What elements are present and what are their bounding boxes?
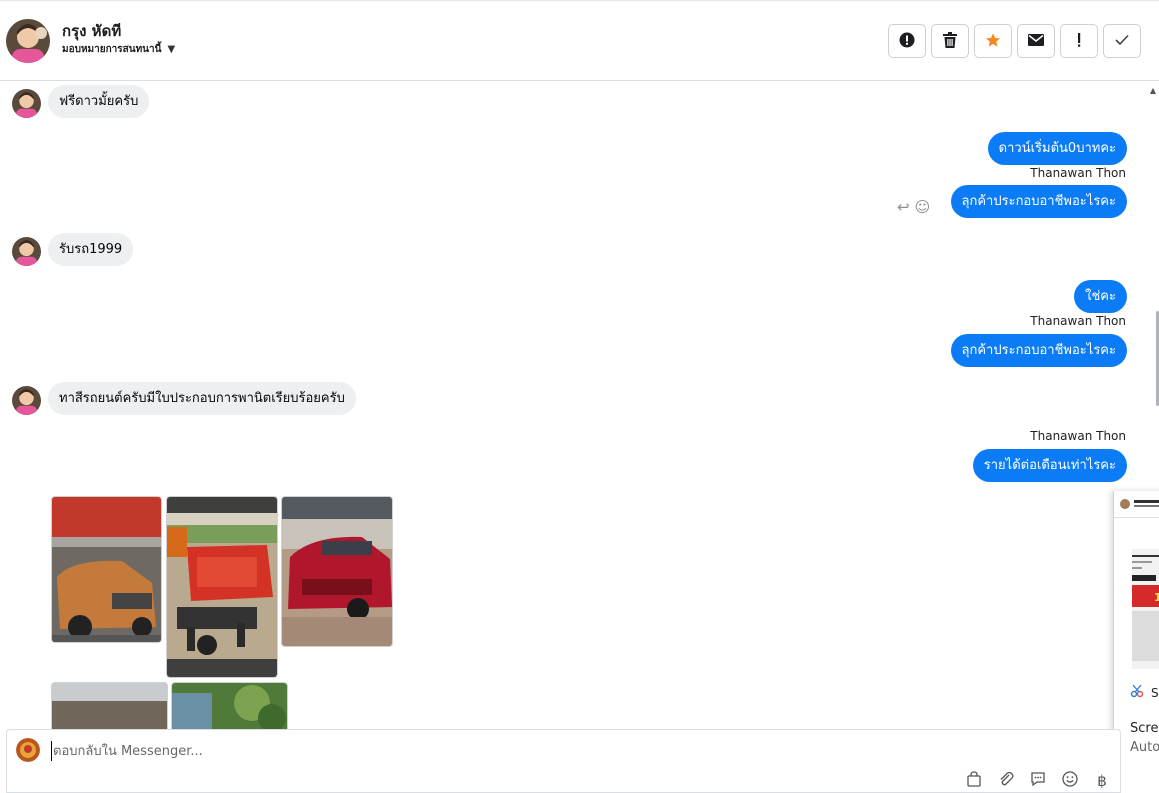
follow-up-button[interactable] <box>1060 24 1098 58</box>
outgoing-message[interactable]: ใช่คะ <box>1074 280 1127 313</box>
assign-conversation-dropdown[interactable]: มอบหมายการสนทนานี้ ▼ <box>62 42 175 57</box>
popup-subtitle: Auto <box>1130 740 1159 755</box>
mark-unread-button[interactable] <box>1017 24 1055 58</box>
star-icon <box>985 32 1001 51</box>
header-toolbar <box>888 24 1141 58</box>
page-avatar <box>16 738 40 762</box>
smiley-icon <box>1062 771 1078 791</box>
message-thread[interactable]: ฟรีดาวมั้ยครับ ดาวน์เริ่มต้น0บาทคะ Thana… <box>0 81 1159 729</box>
screenshot-preview[interactable]: 10 <box>1114 491 1159 671</box>
photo-attachment[interactable] <box>51 682 168 729</box>
contact-name: กรุง หัดที <box>62 22 122 40</box>
snipping-tool-row[interactable]: S <box>1130 684 1159 701</box>
attach-button[interactable] <box>997 771 1015 791</box>
conversation-header: กรุง หัดที มอบหมายการสนทนานี้ ▼ <box>0 0 1159 81</box>
saved-replies-button[interactable] <box>1029 772 1047 790</box>
photo-attachment[interactable] <box>171 682 288 729</box>
star-button[interactable] <box>974 24 1012 58</box>
outgoing-message[interactable]: ลุกค้าประกอบอาชีพอะไรคะ <box>950 334 1127 367</box>
shopping-bag-icon <box>966 771 982 791</box>
scroll-up-icon[interactable]: ▲ <box>1150 86 1156 95</box>
caret-down-icon: ▼ <box>167 44 176 55</box>
incoming-message[interactable]: ทาสีรถยนต์ครับมีใบประกอบการพานิตเรียบร้อ… <box>48 382 356 415</box>
sender-name: Thanawan Thon <box>1030 429 1126 443</box>
contact-avatar-small <box>12 89 41 118</box>
outgoing-message[interactable]: ลุกค้าประกอบอาชีพอะไรคะ <box>950 185 1127 218</box>
reply-composer: ฿ <box>6 729 1121 793</box>
payment-button[interactable]: ฿ <box>1093 772 1111 790</box>
reply-icon[interactable]: ↩ <box>897 198 910 216</box>
emoji-icon[interactable]: ☺ <box>915 198 931 216</box>
incoming-message[interactable]: รับรถ1999 <box>48 233 134 266</box>
photo-attachment[interactable] <box>281 496 393 647</box>
outgoing-message[interactable]: รายได้ต่อเดือนเท่าไรคะ <box>972 449 1127 482</box>
shop-bag-button[interactable] <box>965 771 983 791</box>
trash-icon <box>943 31 957 51</box>
chat-bubble-icon <box>1030 771 1046 791</box>
paperclip-icon <box>998 771 1014 791</box>
delete-button[interactable] <box>931 24 969 58</box>
photo-attachment[interactable] <box>166 496 278 678</box>
snipping-tool-label: S <box>1151 685 1159 700</box>
popup-title: Scree <box>1130 721 1159 736</box>
assign-label: มอบหมายการสนทนานี้ <box>62 44 162 55</box>
incoming-message[interactable]: ฟรีดาวมั้ยครับ <box>48 85 150 118</box>
exclamation-icon <box>1076 32 1082 51</box>
photo-attachment[interactable] <box>51 496 162 643</box>
inbox-app: กรุง หัดที มอบหมายการสนทนานี้ ▼ ฟรีดาวมั… <box>0 0 1159 793</box>
message-actions: ↩ ☺ <box>897 198 930 216</box>
outgoing-message[interactable]: ดาวน์เริ่มต้น0บาทคะ <box>987 132 1127 165</box>
baht-icon: ฿ <box>1097 772 1107 790</box>
check-icon <box>1115 33 1129 49</box>
reply-input[interactable] <box>51 741 951 761</box>
emoji-button[interactable] <box>1061 771 1079 791</box>
mark-done-button[interactable] <box>1103 24 1141 58</box>
scissors-icon <box>1130 684 1144 701</box>
contact-avatar-small <box>12 237 41 266</box>
svg-text:10: 10 <box>1154 591 1159 604</box>
contact-avatar-small <box>12 386 41 415</box>
composer-toolbar: ฿ <box>965 771 1111 791</box>
envelope-icon <box>1028 33 1044 49</box>
spam-button[interactable] <box>888 24 926 58</box>
alert-circle-icon <box>899 32 915 51</box>
sender-name: Thanawan Thon <box>1030 166 1126 180</box>
contact-avatar[interactable] <box>6 19 50 63</box>
sender-name: Thanawan Thon <box>1030 314 1126 328</box>
